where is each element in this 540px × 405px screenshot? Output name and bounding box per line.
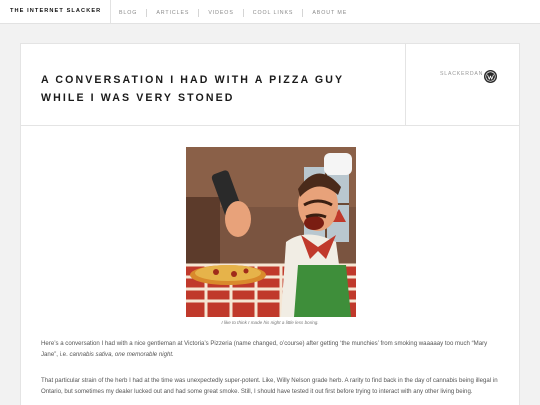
main-nav: BLOG ARTICLES VIDEOS COOL LINKS ABOUT ME	[119, 9, 347, 17]
post-header: A CONVERSATION I HAD WITH A PIZZA GUY WH…	[21, 44, 519, 126]
divider	[110, 0, 111, 24]
divider	[405, 44, 406, 126]
wordpress-logo-icon[interactable]	[484, 70, 497, 83]
site-title-link[interactable]: THE INTERNET SLACKER	[10, 8, 101, 14]
post-paragraph: That particular strain of the herb I had…	[41, 377, 498, 395]
divider	[146, 9, 148, 17]
divider	[302, 9, 304, 17]
divider	[198, 9, 200, 17]
post-paragraph: Here’s a conversation I had with a nice …	[41, 338, 501, 360]
nav-cool-links[interactable]: COOL LINKS	[253, 10, 294, 16]
post-title: A CONVERSATION I HAD WITH A PIZZA GUY WH…	[41, 74, 344, 104]
author-link[interactable]: SLACKERDAN	[440, 71, 483, 77]
image-caption: I like to think I made his night a littl…	[221, 320, 319, 325]
nav-about-me[interactable]: ABOUT ME	[312, 10, 347, 16]
nav-videos[interactable]: VIDEOS	[208, 10, 233, 16]
nav-articles[interactable]: ARTICLES	[156, 10, 189, 16]
post-card: A CONVERSATION I HAD WITH A PIZZA GUY WH…	[20, 43, 520, 405]
nav-blog[interactable]: BLOG	[119, 10, 137, 16]
divider	[242, 9, 244, 17]
paragraph-emphasis: cannabis sativa, one memorable night.	[69, 351, 174, 358]
top-navbar: THE INTERNET SLACKER BLOG ARTICLES VIDEO…	[0, 0, 540, 24]
post-image	[186, 147, 356, 317]
